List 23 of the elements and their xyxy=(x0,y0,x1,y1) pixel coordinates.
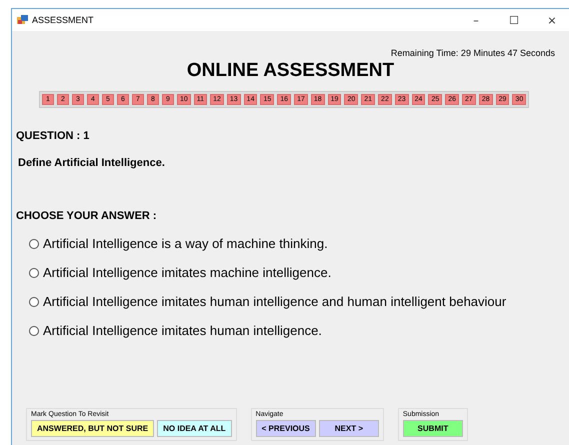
action-button[interactable]: < PREVIOUS xyxy=(256,420,316,437)
action-button[interactable]: NO IDEA AT ALL xyxy=(157,420,232,437)
action-button[interactable]: ANSWERED, BUT NOT SURE xyxy=(31,420,154,437)
answer-option[interactable]: Artificial Intelligence imitates human intelligence and human intelligent behaviour xyxy=(43,294,506,309)
radio-button[interactable] xyxy=(29,238,39,248)
radio-button[interactable] xyxy=(29,296,39,306)
answer-option[interactable]: Artificial Intelligence is a way of machine thinking. xyxy=(43,236,328,251)
action-button[interactable]: NEXT > xyxy=(318,420,379,437)
question-label: QUESTION : 1 xyxy=(16,130,90,142)
window-control[interactable]: × xyxy=(535,14,569,26)
window-control[interactable]: ☐ xyxy=(497,14,531,26)
remaining-time: Remaining Time: 29 Minutes 47 Seconds xyxy=(390,48,555,58)
radio-button[interactable] xyxy=(29,268,39,278)
question-text: Define Artificial Intelligence. xyxy=(18,157,166,169)
action-button[interactable]: SUBMIT xyxy=(402,420,463,437)
window-control[interactable]: – xyxy=(459,14,493,26)
radio-button[interactable] xyxy=(29,326,39,336)
page-heading: ONLINE ASSESSMENT xyxy=(186,60,394,82)
answer-option[interactable]: Artificial Intelligence imitates machine intelligence. xyxy=(43,265,332,280)
answer-option[interactable]: Artificial Intelligence imitates human intelligence. xyxy=(43,323,322,338)
window-title: ASSESSMENT xyxy=(32,15,95,25)
answer-label: CHOOSE YOUR ANSWER : xyxy=(16,210,158,222)
app-icon xyxy=(17,15,28,25)
